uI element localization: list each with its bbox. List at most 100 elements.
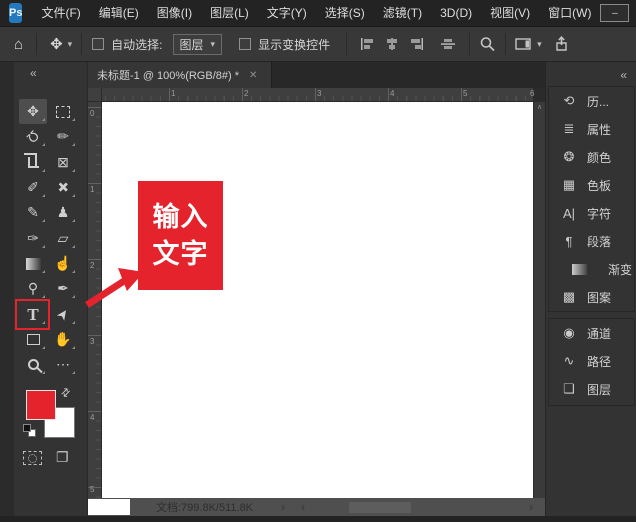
show-transform-checkbox[interactable] [239, 38, 251, 50]
window-bottom-edge [0, 516, 636, 522]
distribute-centers-icon[interactable] [440, 37, 456, 51]
tool-pen[interactable]: ✒ [49, 276, 77, 301]
menu-layer[interactable]: 图层(L) [201, 0, 258, 27]
panel-tab-character[interactable]: A| 字符 [549, 199, 634, 227]
foreground-color-swatch[interactable] [26, 390, 56, 420]
document-tab-bar: 未标题-1 @ 100%(RGB/8#) * ✕ [88, 62, 545, 88]
menu-3d[interactable]: 3D(D) [431, 0, 481, 27]
menu-type[interactable]: 文字(Y) [258, 0, 316, 27]
chevron-down-icon[interactable]: ▾ [68, 39, 73, 50]
align-vertical-centers-icon[interactable] [384, 37, 400, 51]
share-icon[interactable] [554, 36, 569, 52]
ruler-tick-label: 0 [90, 109, 94, 118]
canvas[interactable] [102, 102, 533, 498]
tool-eyedropper[interactable]: ✐ [19, 175, 47, 200]
panel-tab-gradients[interactable]: 渐变 [549, 255, 634, 283]
pencil-icon: ✎ [27, 204, 39, 221]
panel-tab-layers[interactable]: ❏ 图层 [549, 375, 634, 403]
panel-tab-properties[interactable]: ≣ 属性 [549, 115, 634, 143]
status-options-chevron-icon[interactable]: › [281, 499, 285, 515]
tool-eraser[interactable]: ▱ [49, 226, 77, 251]
chevron-down-icon[interactable]: ▾ [537, 39, 542, 50]
scroll-left-icon[interactable]: ‹ [301, 499, 305, 515]
close-tab-icon[interactable]: ✕ [249, 70, 257, 81]
zoom-level-field[interactable] [88, 499, 130, 515]
tool-edit-toolbar[interactable]: ⋯ [49, 352, 77, 377]
menu-select[interactable]: 选择(S) [316, 0, 374, 27]
text-layer-box[interactable]: 输入 文字 [138, 181, 223, 290]
vertical-scrollbar[interactable]: ∧ [533, 102, 545, 498]
chevron-down-icon: ▾ [211, 39, 216, 50]
workspace-switcher-icon[interactable] [515, 37, 532, 51]
tool-zoom[interactable] [19, 352, 47, 377]
default-colors-icon[interactable] [23, 424, 36, 437]
smudge-icon: ☝ [54, 255, 71, 272]
type-tool-highlight-annotation [15, 299, 50, 330]
home-icon[interactable]: ⌂ [14, 36, 23, 53]
menu-file[interactable]: 文件(F) [32, 0, 89, 27]
tool-lasso[interactable]: Ω [19, 124, 47, 149]
panel-label: 历... [587, 93, 609, 110]
panel-group-2: ◉ 通道 ∿ 路径 ❏ 图层 [548, 318, 635, 406]
scroll-right-icon[interactable]: › [529, 499, 533, 515]
ruler-tick-label: 5 [463, 89, 467, 98]
tool-pencil[interactable]: ✎ [19, 200, 47, 225]
gradient-icon [26, 258, 41, 270]
menu-view[interactable]: 视图(V) [481, 0, 539, 27]
panel-tab-swatches[interactable]: ▦ 色板 [549, 171, 634, 199]
menu-filter[interactable]: 滤镜(T) [374, 0, 431, 27]
screen-mode-icon[interactable]: ❐ [56, 449, 69, 466]
ruler-tick-label: 4 [90, 413, 94, 422]
panel-tab-patterns[interactable]: ▩ 图案 [549, 283, 634, 311]
tool-move[interactable]: ✥ [19, 99, 47, 124]
ruler-tick-label: 6 [530, 89, 534, 98]
auto-select-target-dropdown[interactable]: 图层 ▾ [173, 34, 223, 55]
scroll-up-icon[interactable]: ∧ [534, 102, 545, 113]
document-tab[interactable]: 未标题-1 @ 100%(RGB/8#) * ✕ [88, 62, 272, 88]
move-icon: ✥ [27, 103, 39, 120]
tool-gradient[interactable] [19, 251, 47, 276]
divider [81, 33, 82, 55]
panel-label: 通道 [587, 325, 611, 342]
tool-hand[interactable]: ✋ [49, 327, 77, 352]
document-title: 未标题-1 @ 100%(RGB/8#) * [97, 67, 239, 83]
auto-select-checkbox[interactable] [92, 38, 104, 50]
panel-label: 路径 [587, 353, 611, 370]
panel-label: 属性 [587, 121, 611, 138]
collapse-panels-icon[interactable]: « [620, 68, 627, 82]
panel-tab-channels[interactable]: ◉ 通道 [549, 319, 634, 347]
panel-tab-history[interactable]: ⟲ 历... [549, 87, 634, 115]
tool-rectangle-shape[interactable] [19, 327, 47, 352]
quick-mask-mode-icon[interactable] [23, 451, 42, 465]
menu-window[interactable]: 窗口(W) [539, 0, 600, 27]
panel-tab-paragraph[interactable]: ¶ 段落 [549, 227, 634, 255]
tool-clone-stamp[interactable]: ♟ [49, 200, 77, 225]
menu-edit[interactable]: 编辑(E) [90, 0, 148, 27]
panel-tab-paths[interactable]: ∿ 路径 [549, 347, 634, 375]
align-right-edges-icon[interactable] [409, 37, 425, 51]
tool-quick-selection[interactable]: ✏ [49, 124, 77, 149]
hand-icon: ✋ [54, 331, 71, 348]
tool-crop[interactable] [19, 150, 47, 175]
paths-icon: ∿ [560, 353, 578, 369]
tool-rectangular-marquee[interactable] [49, 99, 77, 124]
menu-bar: Ps 文件(F) 编辑(E) 图像(I) 图层(L) 文字(Y) 选择(S) 滤… [0, 0, 636, 27]
collapse-tools-icon[interactable]: « [30, 67, 37, 79]
tool-path-selection[interactable]: ➤ [49, 302, 77, 327]
panel-tab-color[interactable]: ❂ 颜色 [549, 143, 634, 171]
move-tool-icon[interactable]: ✥ [50, 35, 63, 53]
tool-brush[interactable]: ✑ [19, 226, 47, 251]
show-transform-label: 显示变换控件 [258, 36, 330, 53]
minimize-button[interactable]: – [600, 4, 629, 22]
menu-image[interactable]: 图像(I) [148, 0, 201, 27]
search-icon[interactable] [479, 36, 496, 52]
properties-icon: ≣ [560, 121, 578, 137]
ruler-tick-label: 3 [317, 89, 321, 98]
horizontal-scrollbar-thumb[interactable] [349, 502, 411, 513]
align-left-edges-icon[interactable] [359, 37, 375, 51]
tool-frame[interactable]: ⊠ [49, 150, 77, 175]
window-controls: – □ ✕ [600, 4, 636, 22]
tool-spot-healing[interactable]: ✚ [49, 175, 77, 200]
tool-dodge[interactable]: ⚲ [19, 276, 47, 301]
tool-smudge[interactable]: ☝ [49, 251, 77, 276]
